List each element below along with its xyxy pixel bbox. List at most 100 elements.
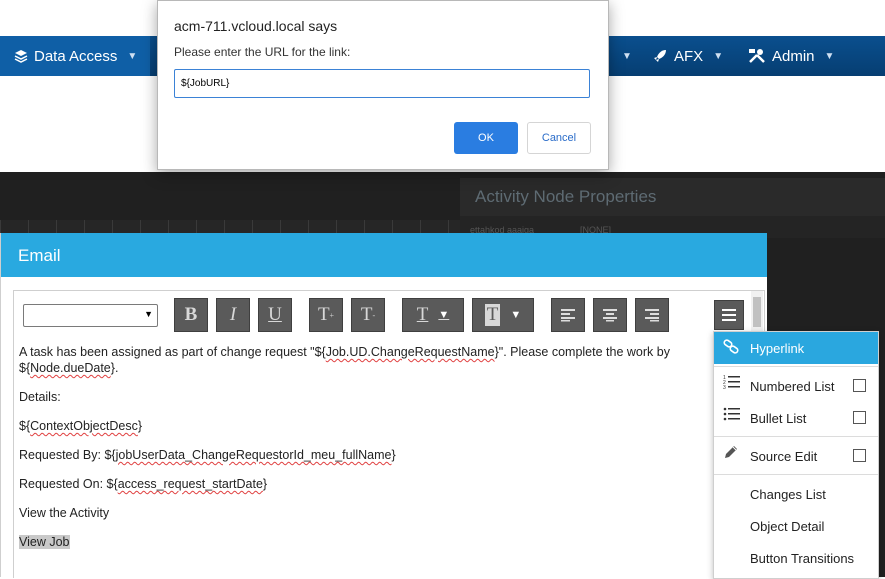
- bold-button[interactable]: B: [174, 298, 208, 332]
- numbered-list-checkbox[interactable]: [853, 379, 866, 392]
- dropdown-arrow-icon: ▼: [438, 309, 450, 321]
- menu-divider: [714, 366, 878, 367]
- subscript-icon: T: [360, 304, 373, 325]
- nav-admin[interactable]: Admin ▼: [748, 36, 834, 76]
- chevron-down-icon: ▼: [622, 50, 632, 62]
- bold-icon: B: [184, 304, 198, 325]
- align-center-button[interactable]: [593, 298, 627, 332]
- text-segment: Requested By: ${: [19, 448, 116, 462]
- menu-item-label: Button Transitions: [750, 551, 855, 566]
- italic-icon: I: [229, 304, 237, 325]
- prompt-message: Please enter the URL for the link:: [174, 45, 351, 59]
- rich-text-editor[interactable]: ▼ B I U T + T- T ▼ T ▼ A task has been assi…: [13, 290, 765, 578]
- subscript-button[interactable]: T-: [351, 298, 385, 332]
- selected-text[interactable]: View Job: [19, 535, 70, 549]
- properties-panel-header: Activity Node Properties: [460, 178, 885, 216]
- text-segment: }". Please complete the work by: [494, 345, 670, 359]
- menu-item-bullet-list[interactable]: Bullet List: [714, 402, 878, 432]
- nav-data-access-label: Data Access: [34, 47, 118, 65]
- view-activity-text: View the Activity: [19, 506, 110, 520]
- cancel-button[interactable]: Cancel: [527, 122, 591, 154]
- chevron-down-icon: ▼: [713, 50, 724, 62]
- nav-data-access[interactable]: Data Access ▼: [0, 36, 150, 76]
- select-arrow-icon: ▼: [144, 309, 153, 319]
- menu-item-changes-list[interactable]: Changes List: [714, 478, 878, 508]
- menu-item-object-detail[interactable]: Object Detail: [714, 510, 878, 540]
- text-segment: A task has been assigned as part of chan…: [19, 345, 326, 359]
- bullet-list-checkbox[interactable]: [853, 411, 866, 424]
- template-variable: jobUserData_ChangeRequestorId_meu_fullNa…: [115, 448, 392, 462]
- nav-afx-label: AFX: [674, 47, 704, 65]
- properties-panel-title: Activity Node Properties: [475, 187, 657, 206]
- nav-hidden-dropdown[interactable]: ▼: [612, 36, 632, 76]
- menu-item-label: Object Detail: [750, 519, 825, 534]
- underline-button[interactable]: U: [258, 298, 292, 332]
- nav-afx[interactable]: AFX ▼: [652, 36, 723, 76]
- email-dialog: Email ▼ B I U T + T- T ▼ T ▼ A task has bee…: [0, 233, 767, 578]
- text-segment: Requested On: ${: [19, 477, 118, 491]
- menu-item-numbered-list[interactable]: 123 Numbered List: [714, 370, 878, 400]
- source-edit-checkbox[interactable]: [853, 449, 866, 462]
- align-left-button[interactable]: [551, 298, 585, 332]
- underline-icon: U: [268, 304, 282, 325]
- menu-divider: [714, 436, 878, 437]
- text-color-button[interactable]: T ▼: [402, 298, 464, 332]
- align-left-icon: [561, 309, 575, 322]
- text-segment: }: [137, 419, 143, 433]
- align-right-icon: [645, 309, 659, 322]
- email-body-details: Details:: [19, 390, 61, 404]
- menu-item-source-edit[interactable]: Source Edit: [714, 440, 878, 470]
- url-input[interactable]: [174, 69, 590, 98]
- chevron-down-icon: ▼: [127, 50, 138, 62]
- ok-button[interactable]: OK: [454, 122, 518, 154]
- prompt-title: acm-711.vcloud.local says: [174, 18, 338, 34]
- menu-icon: [722, 314, 736, 316]
- text-segment: }: [391, 448, 396, 462]
- italic-button[interactable]: I: [216, 298, 250, 332]
- menu-item-label: Numbered List: [750, 379, 835, 394]
- nav-admin-label: Admin: [772, 47, 815, 65]
- background-color-icon: T: [484, 304, 501, 326]
- text-segment: ${: [19, 419, 31, 433]
- email-dialog-header: Email: [1, 233, 767, 277]
- template-variable: Job.UD.ChangeRequestName: [325, 345, 495, 359]
- rocket-icon: [654, 50, 666, 62]
- menu-item-label: Bullet List: [750, 411, 807, 426]
- svg-text:3: 3: [723, 385, 726, 390]
- superscript-button[interactable]: T +: [309, 298, 343, 332]
- menu-icon: [722, 309, 736, 311]
- align-right-button[interactable]: [635, 298, 669, 332]
- email-body-line: ${Node.dueDate}.: [19, 361, 118, 375]
- layers-icon: [14, 50, 28, 63]
- chevron-down-icon: ▼: [824, 50, 835, 62]
- canvas-grid: [0, 220, 460, 234]
- align-center-icon: [603, 309, 617, 322]
- browser-prompt-dialog: acm-711.vcloud.local says Please enter t…: [157, 0, 609, 170]
- tools-icon: [749, 49, 765, 63]
- template-variable: ContextObjectDesc: [30, 419, 138, 433]
- text-segment: }.: [110, 361, 119, 375]
- bullet-list-icon: [723, 407, 740, 421]
- text-color-icon: T: [416, 304, 429, 325]
- email-body-line: A task has been assigned as part of chan…: [19, 345, 670, 359]
- view-job-text[interactable]: View Job: [19, 535, 70, 549]
- font-select[interactable]: ▼: [23, 304, 158, 327]
- menu-item-label: Changes List: [750, 487, 826, 502]
- template-variable: Node.dueDate: [30, 361, 111, 375]
- editor-scrollbar-thumb[interactable]: [753, 297, 761, 327]
- email-dialog-title: Email: [18, 246, 61, 265]
- menu-icon: [722, 319, 736, 321]
- superscript-icon: T: [317, 304, 330, 325]
- template-variable: access_request_startDate: [117, 477, 263, 491]
- dropdown-arrow-icon: ▼: [510, 309, 522, 321]
- more-options-button[interactable]: [714, 300, 744, 330]
- menu-item-button-transitions[interactable]: Button Transitions: [714, 542, 878, 572]
- link-icon: [723, 339, 739, 354]
- text-segment: }: [262, 477, 268, 491]
- menu-item-hyperlink[interactable]: Hyperlink: [714, 332, 878, 364]
- email-body-line: Requested On: ${access_request_startDate…: [19, 477, 267, 491]
- background-color-button[interactable]: T ▼: [472, 298, 534, 332]
- pencil-icon: [725, 446, 737, 458]
- numbered-list-icon: 123: [723, 375, 740, 390]
- menu-item-label: Hyperlink: [750, 341, 805, 356]
